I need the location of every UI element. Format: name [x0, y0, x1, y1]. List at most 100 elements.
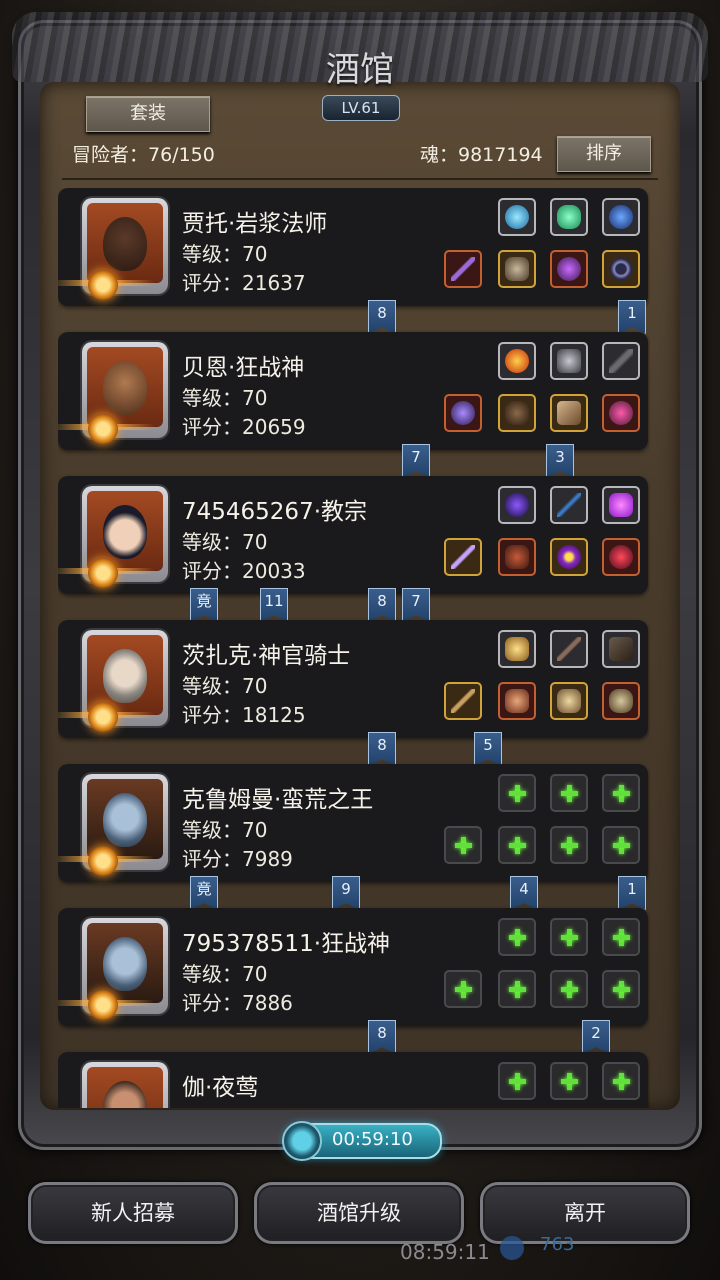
add-slot-button[interactable] [444, 826, 482, 864]
robe-icon[interactable] [498, 538, 536, 576]
tavern-level-badge: LV.61 [322, 95, 400, 121]
plus-icon [561, 1073, 578, 1090]
hero-card[interactable]: 贝恩·狂战神 等级：70 评分：20659 [58, 332, 648, 450]
hero-level: 等级：70 [182, 818, 268, 842]
golden-shield-icon[interactable] [498, 630, 536, 668]
hero-score: 评分：7886 [182, 991, 293, 1015]
leave-button[interactable]: 离开 [480, 1182, 690, 1244]
clock-icon [282, 1121, 322, 1161]
hero-tag: 7 [402, 444, 430, 478]
countdown-timer: 00:59:10 [282, 1121, 442, 1161]
shield-icon[interactable] [550, 682, 588, 720]
add-slot-button[interactable] [444, 970, 482, 1008]
hero-tag: 7 [402, 588, 430, 622]
hero-level: 等级：70 [182, 530, 268, 554]
hero-score: 评分：20033 [182, 559, 306, 583]
add-slot-button[interactable] [550, 1062, 588, 1100]
orb-icon[interactable] [498, 198, 536, 236]
lantern-icon[interactable] [602, 198, 640, 236]
rank-emblem-icon [88, 702, 118, 732]
add-slot-button[interactable] [550, 774, 588, 812]
helmet-icon[interactable] [602, 394, 640, 432]
plus-icon [455, 837, 472, 854]
void-orb-icon[interactable] [498, 486, 536, 524]
rank-emblem-icon [88, 414, 118, 444]
dagger-icon[interactable] [550, 630, 588, 668]
eye-icon[interactable] [550, 538, 588, 576]
fire-icon[interactable] [498, 342, 536, 380]
rank-emblem-icon [88, 270, 118, 300]
armor-icon[interactable] [498, 394, 536, 432]
feather-icon[interactable] [602, 342, 640, 380]
pendant-icon[interactable] [550, 250, 588, 288]
recruit-button[interactable]: 新人招募 [28, 1182, 238, 1244]
add-slot-button[interactable] [602, 970, 640, 1008]
add-slot-button[interactable] [602, 1062, 640, 1100]
plus-icon [561, 785, 578, 802]
hero-card[interactable]: 745465267·教宗 等级：70 评分：20033 [58, 476, 648, 594]
add-slot-button[interactable] [602, 918, 640, 956]
hero-tag: 4 [510, 876, 538, 910]
plus-icon [613, 1073, 630, 1090]
page-title: 酒馆 [326, 50, 394, 90]
gem-icon[interactable] [550, 198, 588, 236]
plate-armor-icon[interactable] [498, 682, 536, 720]
plus-icon [613, 929, 630, 946]
hero-tag: 1 [618, 300, 646, 334]
scepter-icon[interactable] [444, 538, 482, 576]
add-slot-button[interactable] [498, 774, 536, 812]
plus-icon [509, 837, 526, 854]
rank-emblem-icon [88, 846, 118, 876]
add-slot-button[interactable] [602, 826, 640, 864]
hero-list[interactable]: 贾托·岩浆法师 等级：70 评分：21637 8 1 贝恩·狂战神 等级：70 … [58, 188, 650, 1108]
hero-tag: 竟 [190, 876, 218, 910]
ring-icon[interactable] [602, 250, 640, 288]
potion-icon[interactable] [602, 538, 640, 576]
hero-card[interactable]: 贾托·岩浆法师 等级：70 评分：21637 [58, 188, 648, 306]
hero-card[interactable]: 克鲁姆曼·蛮荒之王 等级：70 评分：7989 [58, 764, 648, 882]
status-indicator-icon [500, 1236, 524, 1260]
hero-card[interactable]: 茨扎克·神官骑士 等级：70 评分：18125 [58, 620, 648, 738]
add-slot-button[interactable] [498, 826, 536, 864]
plus-icon [509, 929, 526, 946]
hero-name: 茨扎克·神官骑士 [182, 643, 351, 669]
hero-card[interactable]: 795378511·狂战神 等级：70 评分：7886 [58, 908, 648, 1026]
set-button[interactable]: 套装 [86, 96, 210, 132]
crest-icon[interactable] [550, 342, 588, 380]
rank-emblem-icon [88, 558, 118, 588]
add-slot-button[interactable] [550, 826, 588, 864]
spear-icon[interactable] [444, 682, 482, 720]
hero-name: 745465267·教宗 [182, 499, 368, 525]
hero-level: 等级 [182, 1102, 222, 1108]
plus-icon [509, 981, 526, 998]
add-slot-button[interactable] [498, 918, 536, 956]
hero-tag: 1 [618, 876, 646, 910]
add-slot-button[interactable] [498, 970, 536, 1008]
armor-icon[interactable] [498, 250, 536, 288]
hero-tag: 竟 [190, 588, 218, 622]
hero-card[interactable]: 伽·夜莺 等级 [58, 1052, 648, 1108]
staff-icon[interactable] [444, 250, 482, 288]
add-slot-button[interactable] [498, 1062, 536, 1100]
axe-icon[interactable] [444, 394, 482, 432]
timer-text: 00:59:10 [332, 1129, 413, 1150]
bracer-icon[interactable] [602, 630, 640, 668]
helmet-icon[interactable] [602, 682, 640, 720]
add-slot-button[interactable] [550, 970, 588, 1008]
add-slot-button[interactable] [602, 774, 640, 812]
bow-icon[interactable] [550, 486, 588, 524]
plus-icon [509, 785, 526, 802]
upgrade-tavern-button[interactable]: 酒馆升级 [254, 1182, 464, 1244]
gauntlet-icon[interactable] [550, 394, 588, 432]
hero-tag: 8 [368, 732, 396, 766]
hero-name: 贝恩·狂战神 [182, 355, 305, 381]
crystal-icon[interactable] [602, 486, 640, 524]
plus-icon [455, 981, 472, 998]
plus-icon [509, 1073, 526, 1090]
hero-tag: 9 [332, 876, 360, 910]
plus-icon [613, 981, 630, 998]
sort-button[interactable]: 排序 [557, 136, 651, 172]
hero-tag: 8 [368, 300, 396, 334]
plus-icon [561, 837, 578, 854]
add-slot-button[interactable] [550, 918, 588, 956]
